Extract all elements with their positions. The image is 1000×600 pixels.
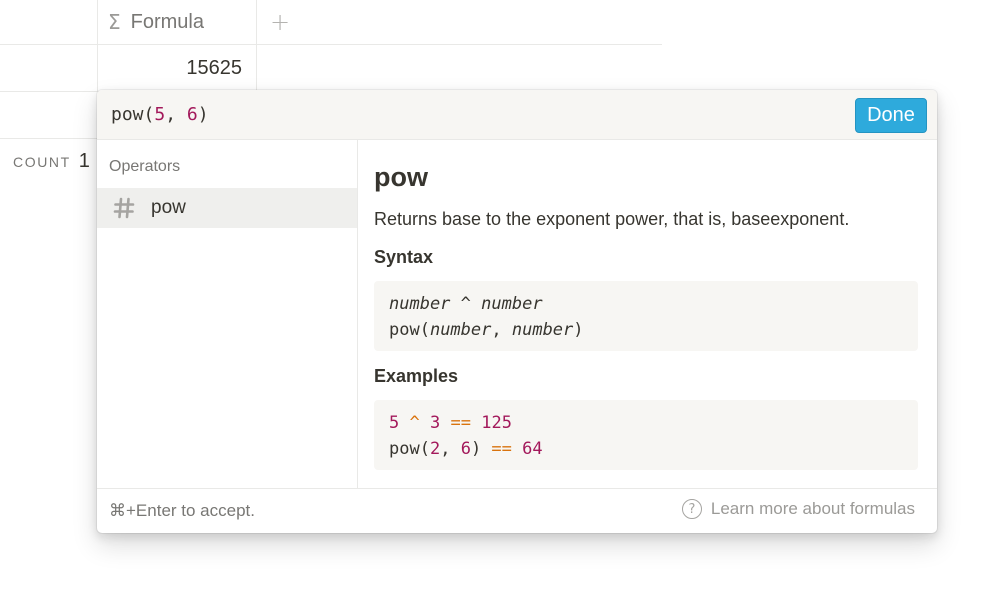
learn-more-label: Learn more about formulas: [710, 499, 915, 518]
hash-icon: [97, 197, 151, 219]
list-item-label: pow: [151, 197, 186, 218]
section-label: Operators: [109, 158, 181, 175]
learn-more-link[interactable]: ? Learn more about formulas: [681, 499, 915, 519]
function-description: Returns base to the exponent power, that…: [374, 209, 850, 229]
examples-heading: Examples: [374, 366, 459, 386]
formula-number-token: 5: [154, 104, 166, 125]
accept-hint: ⌘+Enter to accept.: [109, 501, 255, 520]
function-detail: pow Returns base to the exponent power, …: [359, 140, 937, 488]
add-column-button[interactable]: +: [256, 0, 304, 44]
row-divider: [0, 138, 100, 139]
list-item-pow[interactable]: pow: [97, 188, 357, 228]
calculation-value: 1: [78, 150, 90, 172]
syntax-line: pow(number, number): [389, 320, 584, 340]
column-title: Formula: [130, 10, 204, 33]
formula-number-token: 6: [186, 104, 198, 125]
syntax-heading: Syntax: [374, 247, 434, 267]
formula-cell[interactable]: 15625: [98, 45, 256, 91]
syntax-line: number ^ number: [389, 294, 543, 314]
syntax-code-block: number ^ number pow(number, number): [374, 281, 918, 351]
formula-token: ): [197, 104, 209, 125]
formula-input[interactable]: pow(5, 6): [111, 104, 209, 125]
calculation-label: COUNT: [13, 154, 71, 170]
formula-token: pow(: [111, 104, 155, 125]
done-button[interactable]: Done: [855, 98, 927, 133]
formula-editor-popover: pow(5, 6) Done Operators pow pow Returns…: [97, 90, 937, 533]
help-circle-icon: ?: [681, 499, 702, 519]
popover-footer: ⌘+Enter to accept. ? Learn more about fo…: [97, 488, 937, 533]
formula-bar: pow(5, 6) Done: [97, 90, 937, 140]
formula-column-header[interactable]: Σ Formula: [98, 0, 256, 44]
function-name: pow: [374, 162, 428, 192]
example-line: pow(2, 6) == 64: [389, 439, 543, 459]
sigma-icon: Σ: [108, 10, 121, 34]
examples-code-block: 5 ^ 3 == 125 pow(2, 6) == 64: [374, 400, 918, 470]
calculation-footer[interactable]: COUNT 1: [13, 150, 90, 173]
example-line: 5 ^ 3 == 125: [389, 413, 512, 433]
formula-token: ,: [165, 104, 187, 125]
function-list: Operators pow: [97, 140, 358, 488]
